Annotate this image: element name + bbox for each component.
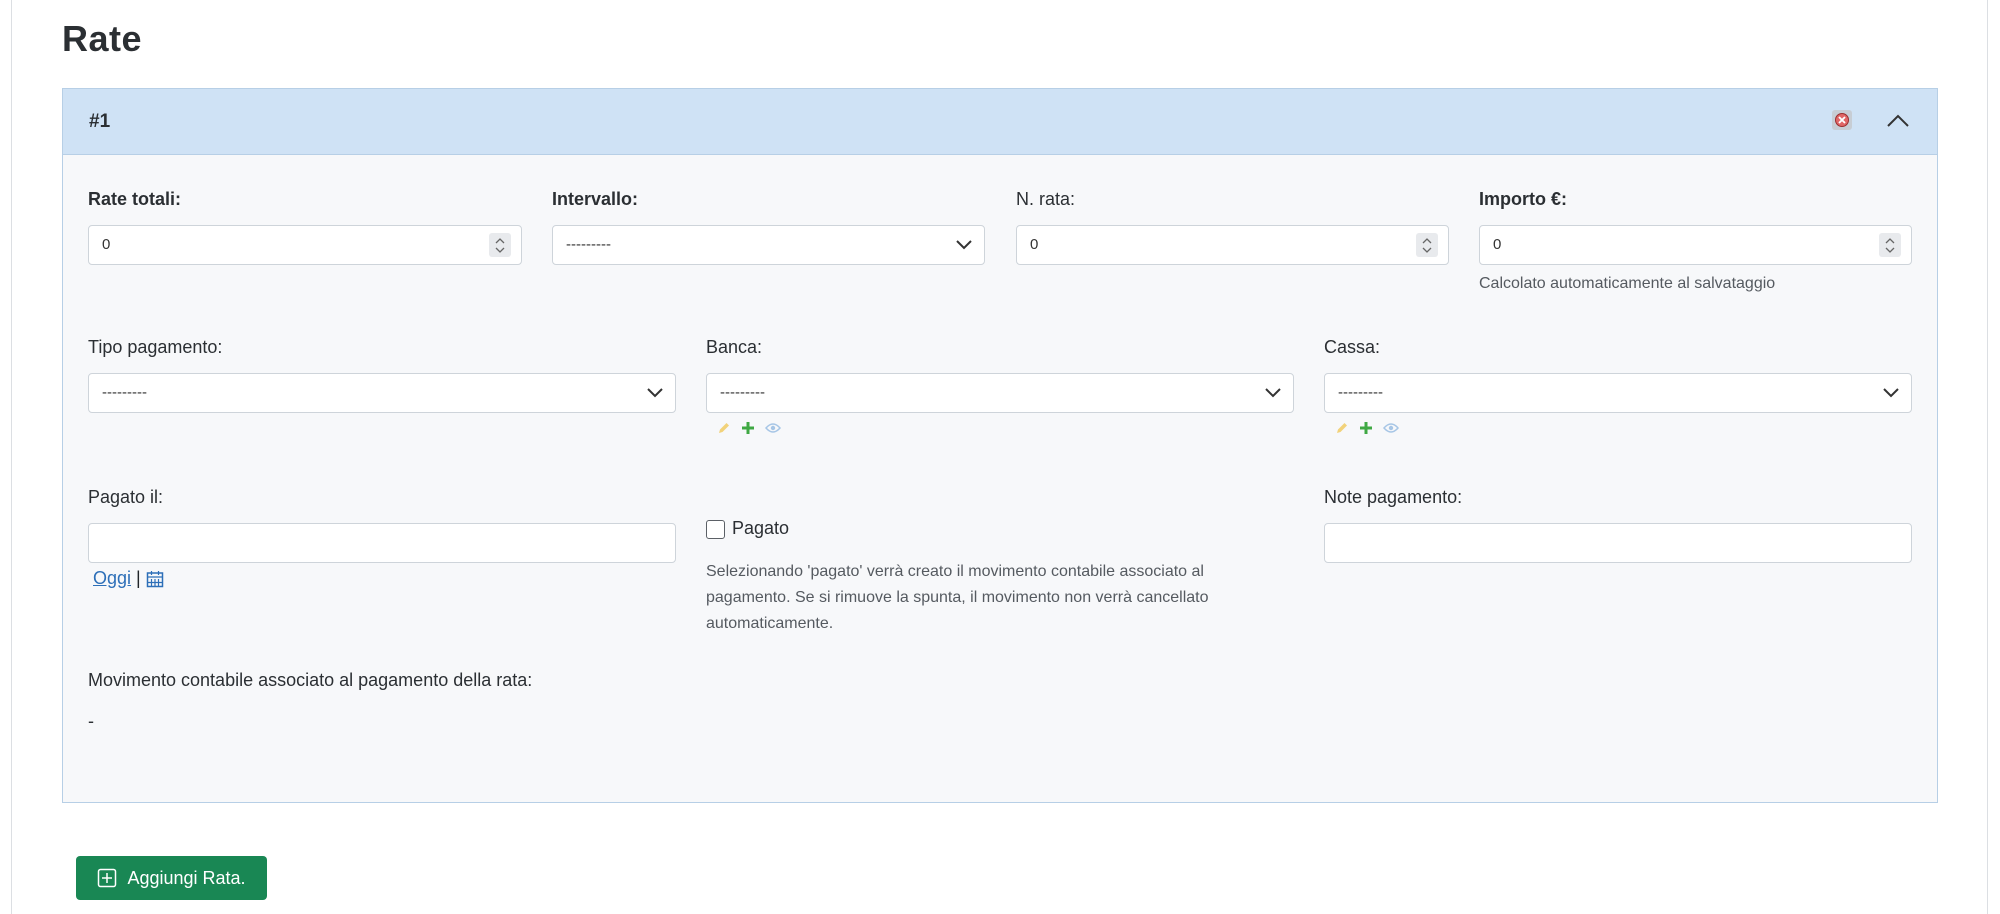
intervallo-label: Intervallo: bbox=[552, 189, 639, 209]
stepper-up-icon bbox=[1422, 237, 1432, 243]
chevron-down-icon bbox=[956, 240, 972, 250]
eye-icon bbox=[1383, 423, 1399, 433]
pencil-icon bbox=[719, 423, 729, 433]
stepper-down-icon bbox=[495, 247, 505, 253]
movimento-value: - bbox=[88, 711, 94, 731]
n-rata-label: N. rata: bbox=[1016, 189, 1076, 209]
importo-stepper[interactable] bbox=[1879, 233, 1901, 257]
stepper-up-icon bbox=[1885, 237, 1895, 243]
chevron-down-icon bbox=[1883, 388, 1899, 398]
rate-totali-value: 0 bbox=[102, 236, 111, 253]
add-installment-label: Aggiungi Rata. bbox=[127, 867, 246, 888]
plus-icon bbox=[1360, 422, 1372, 434]
date-shortcut-separator: | bbox=[136, 568, 141, 588]
calendar-button[interactable] bbox=[146, 570, 164, 588]
collapse-button[interactable] bbox=[1884, 107, 1912, 135]
cassa-actions bbox=[1335, 421, 1399, 435]
chevron-down-icon bbox=[647, 388, 663, 398]
note-pagamento-input[interactable] bbox=[1324, 523, 1912, 563]
today-link[interactable]: Oggi bbox=[93, 568, 131, 589]
banca-actions bbox=[717, 421, 781, 435]
chevron-up-icon bbox=[1887, 114, 1909, 127]
stepper-down-icon bbox=[1885, 247, 1895, 253]
rate-totali-input[interactable]: 0 bbox=[88, 225, 522, 265]
importo-input[interactable]: 0 bbox=[1479, 225, 1912, 265]
installment-card: #1 bbox=[62, 88, 1938, 803]
stepper-down-icon bbox=[1422, 247, 1432, 253]
n-rata-stepper[interactable] bbox=[1416, 233, 1438, 257]
rate-totali-stepper[interactable] bbox=[489, 233, 511, 257]
pagato-label: Pagato bbox=[732, 518, 790, 538]
tipo-pagamento-value: --------- bbox=[102, 384, 147, 401]
pagato-il-label: Pagato il: bbox=[88, 487, 164, 507]
importo-help-text: Calcolato automaticamente al salvataggio bbox=[1479, 275, 1776, 292]
importo-label: Importo €: bbox=[1479, 189, 1567, 209]
intervallo-value: --------- bbox=[566, 236, 611, 253]
tipo-pagamento-select[interactable]: --------- bbox=[88, 373, 676, 413]
delete-icon bbox=[1835, 113, 1849, 127]
cassa-label: Cassa: bbox=[1324, 337, 1381, 357]
stepper-up-icon bbox=[495, 237, 505, 243]
date-shortcuts: Oggi | bbox=[93, 568, 164, 589]
n-rata-value: 0 bbox=[1030, 236, 1039, 253]
installment-card-header[interactable]: #1 bbox=[63, 89, 1937, 155]
intervallo-select[interactable]: --------- bbox=[552, 225, 985, 265]
page-title: Rate bbox=[62, 18, 143, 59]
pagato-il-input[interactable] bbox=[88, 523, 676, 563]
calendar-icon bbox=[146, 570, 163, 587]
pagato-checkbox[interactable] bbox=[706, 520, 725, 539]
plus-icon bbox=[742, 422, 754, 434]
add-banca-button[interactable] bbox=[741, 421, 755, 435]
chevron-down-icon bbox=[1265, 388, 1281, 398]
plus-square-icon bbox=[98, 868, 117, 888]
note-pagamento-label: Note pagamento: bbox=[1324, 487, 1463, 507]
importo-value: 0 bbox=[1493, 236, 1502, 253]
pagato-help-text: Selezionando 'pagato' verrà creato il mo… bbox=[706, 563, 1209, 632]
edit-cassa-button[interactable] bbox=[1335, 421, 1349, 435]
movimento-label: Movimento contabile associato al pagamen… bbox=[88, 670, 533, 690]
delete-installment-button[interactable] bbox=[1832, 110, 1852, 130]
edit-banca-button[interactable] bbox=[717, 421, 731, 435]
installment-number: #1 bbox=[89, 111, 111, 132]
banca-select[interactable]: --------- bbox=[706, 373, 1294, 413]
cassa-select[interactable]: --------- bbox=[1324, 373, 1912, 413]
view-banca-button[interactable] bbox=[765, 422, 781, 434]
add-installment-button[interactable]: Aggiungi Rata. bbox=[76, 856, 267, 900]
eye-icon bbox=[765, 423, 781, 433]
banca-label: Banca: bbox=[706, 337, 763, 357]
banca-value: --------- bbox=[720, 384, 765, 401]
rate-totali-label: Rate totali: bbox=[88, 189, 182, 209]
tipo-pagamento-label: Tipo pagamento: bbox=[88, 337, 223, 357]
pencil-icon bbox=[1337, 423, 1347, 433]
cassa-value: --------- bbox=[1338, 384, 1383, 401]
n-rata-input[interactable]: 0 bbox=[1016, 225, 1449, 265]
add-cassa-button[interactable] bbox=[1359, 421, 1373, 435]
view-cassa-button[interactable] bbox=[1383, 422, 1399, 434]
